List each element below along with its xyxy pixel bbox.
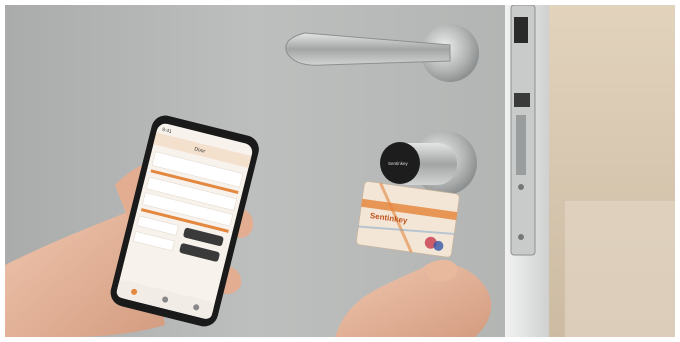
cylinder-brand-label: Sentinkey	[388, 161, 409, 166]
deadbolt-slot	[514, 93, 530, 107]
screw-icon	[518, 234, 524, 240]
cylinder-slot	[516, 115, 526, 175]
door-lock-scene: Sentinkey Sentinkey 9:41 Door	[5, 5, 675, 337]
key-card: Sentinkey	[355, 181, 460, 258]
background-furniture	[565, 201, 675, 337]
photo-frame: Sentinkey Sentinkey 9:41 Door	[5, 5, 675, 337]
screw-icon	[518, 184, 524, 190]
latch-bolt	[514, 17, 528, 43]
